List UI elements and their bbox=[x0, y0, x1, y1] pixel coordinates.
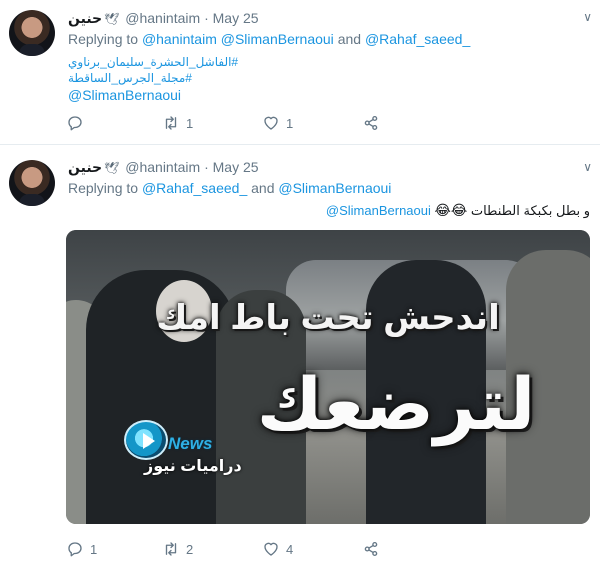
like-icon bbox=[264, 542, 278, 556]
tweet-header: حنين 🕊 @hanintaim · May 25 bbox=[68, 10, 259, 27]
tweet-date[interactable]: May 25 bbox=[213, 159, 259, 175]
caret-down-icon[interactable]: ∨ bbox=[583, 10, 592, 24]
reply-button[interactable] bbox=[66, 112, 90, 134]
tweet-text: @SlimanBernaoui 😂😂 و بطل بكبكة الطنطات bbox=[326, 202, 590, 219]
reply-mention[interactable]: @SlimanBernaoui bbox=[221, 31, 334, 47]
laughing-emoji: 😂😂 bbox=[434, 202, 468, 218]
like-count: 1 bbox=[286, 115, 294, 131]
reply-count: 1 bbox=[90, 541, 98, 557]
share-icon bbox=[364, 115, 378, 131]
tweet-image[interactable]: اندحش تحت باط امك لترضعك News دراميات ني… bbox=[66, 230, 590, 524]
tweet[interactable]: حنين 🕊 @hanintaim · May 25 ∨ Replying to … bbox=[0, 146, 600, 568]
share-button[interactable] bbox=[362, 538, 380, 560]
display-name[interactable]: حنين bbox=[68, 10, 102, 26]
separator: · bbox=[204, 10, 209, 26]
avatar[interactable] bbox=[9, 10, 55, 56]
retweet-count: 2 bbox=[186, 541, 194, 557]
retweet-icon bbox=[165, 116, 177, 130]
reply-mention[interactable]: @Rahaf_saeed_ bbox=[365, 31, 470, 47]
hashtag-list: #الفاشل_الحشرة_سليمان_برناوي #مجلة_الجرس… bbox=[68, 54, 268, 86]
logo-word: News bbox=[168, 434, 213, 453]
replying-to: Replying to @Rahaf_saeed_ and @SlimanBer… bbox=[68, 180, 392, 196]
dove-icon: 🕊 bbox=[104, 161, 120, 175]
retweet-button[interactable]: 1 bbox=[162, 112, 193, 134]
tweet-actions: 1 1 bbox=[66, 112, 396, 134]
reply-mention[interactable]: @Rahaf_saeed_ bbox=[142, 180, 247, 196]
separator: · bbox=[204, 159, 209, 175]
caret-down-icon[interactable]: ∨ bbox=[583, 160, 592, 174]
avatar[interactable] bbox=[9, 160, 55, 206]
retweet-count: 1 bbox=[186, 115, 194, 131]
user-handle[interactable]: @hanintaim bbox=[125, 159, 200, 175]
share-button[interactable] bbox=[362, 112, 380, 134]
hashtag-link[interactable]: #الفاشل_الحشرة_سليمان_برناوي bbox=[68, 54, 268, 70]
reply-icon bbox=[68, 116, 82, 131]
retweet-button[interactable]: 2 bbox=[162, 538, 193, 560]
like-icon bbox=[264, 116, 278, 130]
dove-icon: 🕊 bbox=[104, 12, 120, 26]
display-name[interactable]: حنين bbox=[68, 159, 102, 175]
reply-icon bbox=[68, 542, 82, 557]
retweet-icon bbox=[165, 542, 177, 556]
tweet-body: و بطل بكبكة الطنطات bbox=[470, 203, 590, 218]
image-caption-main: لترضعك bbox=[256, 365, 536, 445]
mention-link[interactable]: @SlimanBernaoui bbox=[326, 203, 431, 218]
replying-to: Replying to @hanintaim @SlimanBernaoui a… bbox=[68, 31, 471, 47]
reply-button[interactable]: 1 bbox=[66, 538, 97, 560]
user-handle[interactable]: @hanintaim bbox=[125, 10, 200, 26]
tweet-header: حنين 🕊 @hanintaim · May 25 bbox=[68, 159, 259, 176]
like-button[interactable]: 1 bbox=[262, 112, 293, 134]
mention-link[interactable]: @SlimanBernaoui bbox=[68, 87, 181, 103]
hashtag-link[interactable]: #مجلة_الجرس_الساقطة bbox=[68, 70, 268, 86]
like-button[interactable]: 4 bbox=[262, 538, 293, 560]
share-icon bbox=[364, 541, 378, 557]
play-logo-icon bbox=[124, 420, 168, 460]
tweet[interactable]: حنين 🕊 @hanintaim · May 25 ∨ Replying to … bbox=[0, 0, 600, 145]
reply-mention[interactable]: @SlimanBernaoui bbox=[278, 180, 391, 196]
like-count: 4 bbox=[286, 541, 294, 557]
image-caption-top: اندحش تحت باط امك bbox=[156, 299, 500, 337]
brand-watermark: دراميات نيوز bbox=[144, 458, 242, 475]
tweet-date[interactable]: May 25 bbox=[213, 10, 259, 26]
tweet-actions: 1 2 4 bbox=[66, 538, 396, 560]
reply-mention[interactable]: @hanintaim bbox=[142, 31, 217, 47]
